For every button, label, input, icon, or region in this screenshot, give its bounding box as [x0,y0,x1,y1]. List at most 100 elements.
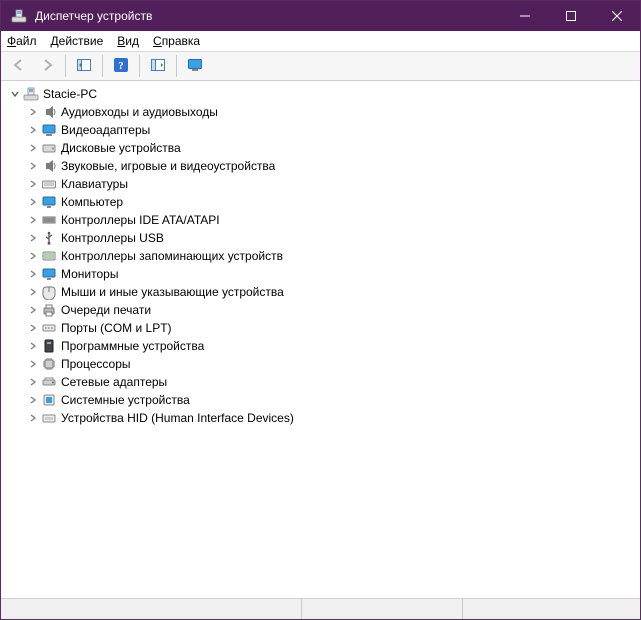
tree-category-label: Клавиатуры [61,175,128,193]
system-icon [41,392,57,408]
tree-category-label: Мыши и иные указывающие устройства [61,283,284,301]
toolbar-monitor[interactable] [182,53,208,79]
tree-category-node[interactable]: Звуковые, игровые и видеоустройства [27,157,640,175]
tree-category-label: Видеоадаптеры [61,121,150,139]
chevron-right-icon[interactable] [27,196,39,208]
tree-category-label: Контроллеры запоминающих устройств [61,247,283,265]
tree-category-label: Аудиовходы и аудиовыходы [61,103,218,121]
mouse-icon [41,284,57,300]
arrow-right-icon [39,57,55,76]
tree-category-node[interactable]: Видеоадаптеры [27,121,640,139]
chevron-right-icon[interactable] [27,268,39,280]
cpu-icon [41,356,57,372]
tree-category-label: Компьютер [61,193,123,211]
chevron-right-icon[interactable] [27,286,39,298]
maximize-button[interactable] [548,1,594,31]
help-icon: ? [113,57,129,76]
tree-category-node[interactable]: Мыши и иные указывающие устройства [27,283,640,301]
chevron-right-icon[interactable] [27,160,39,172]
display-icon [41,122,57,138]
statusbar [1,599,640,619]
port-icon [41,320,57,336]
tree-category-node[interactable]: Компьютер [27,193,640,211]
tree-category-node[interactable]: Дисковые устройства [27,139,640,157]
chevron-right-icon[interactable] [27,412,39,424]
panel-icon [76,57,92,76]
tree-category-node[interactable]: Контроллеры USB [27,229,640,247]
tree-category-label: Порты (COM и LPT) [61,319,172,337]
chevron-right-icon[interactable] [27,124,39,136]
toolbar-forward[interactable] [34,53,60,79]
tree-category-node[interactable]: Устройства HID (Human Interface Devices) [27,409,640,427]
menu-view[interactable]: Вид [117,34,139,48]
tree-category-label: Контроллеры USB [61,229,164,247]
disk-icon [41,140,57,156]
chevron-right-icon[interactable] [27,214,39,226]
keyboard-icon [41,176,57,192]
monitor-icon [187,57,203,76]
device-tree[interactable]: Stacie-PC Аудиовходы и аудиовыходыВидеоа… [1,81,640,599]
tree-category-label: Процессоры [61,355,131,373]
scan-icon [150,57,166,76]
tree-root-label: Stacie-PC [43,85,97,103]
software-icon [41,338,57,354]
tree-category-label: Дисковые устройства [61,139,181,157]
svg-text:?: ? [118,60,124,72]
chevron-right-icon[interactable] [27,106,39,118]
toolbar: ? [1,52,640,81]
tree-root-node[interactable]: Stacie-PC [9,85,640,103]
tree-category-node[interactable]: Сетевые адаптеры [27,373,640,391]
chevron-right-icon[interactable] [27,142,39,154]
close-button[interactable] [594,1,640,31]
tree-category-node[interactable]: Контроллеры запоминающих устройств [27,247,640,265]
menubar: Файл Действие Вид Справка [1,31,640,52]
tree-category-label: Устройства HID (Human Interface Devices) [61,409,294,427]
computer-icon [23,86,39,102]
chevron-right-icon[interactable] [27,232,39,244]
audio-icon [41,158,57,174]
monitor-sm-icon [41,194,57,210]
tree-category-label: Программные устройства [61,337,204,355]
arrow-left-icon [11,57,27,76]
window-title: Диспетчер устройств [35,9,152,23]
chevron-right-icon[interactable] [27,358,39,370]
minimize-button[interactable] [502,1,548,31]
tree-category-node[interactable]: Программные устройства [27,337,640,355]
toolbar-back[interactable] [6,53,32,79]
monitor-sm-icon [41,266,57,282]
tree-category-node[interactable]: Порты (COM и LPT) [27,319,640,337]
usb-icon [41,230,57,246]
chevron-right-icon[interactable] [27,376,39,388]
tree-category-node[interactable]: Процессоры [27,355,640,373]
hid-icon [41,410,57,426]
chevron-down-icon[interactable] [9,88,21,100]
tree-category-node[interactable]: Системные устройства [27,391,640,409]
menu-help[interactable]: Справка [153,34,200,48]
titlebar: Диспетчер устройств [1,1,640,31]
tree-category-node[interactable]: Контроллеры IDE ATA/ATAPI [27,211,640,229]
chevron-right-icon[interactable] [27,178,39,190]
tree-category-label: Очереди печати [61,301,151,319]
printer-icon [41,302,57,318]
chevron-right-icon[interactable] [27,250,39,262]
toolbar-scan[interactable] [145,53,171,79]
toolbar-help[interactable]: ? [108,53,134,79]
chevron-right-icon[interactable] [27,322,39,334]
tree-category-label: Звуковые, игровые и видеоустройства [61,157,275,175]
chevron-right-icon[interactable] [27,340,39,352]
ide-icon [41,212,57,228]
toolbar-show-hidden[interactable] [71,53,97,79]
tree-category-node[interactable]: Очереди печати [27,301,640,319]
tree-category-node[interactable]: Мониторы [27,265,640,283]
chevron-right-icon[interactable] [27,304,39,316]
menu-file[interactable]: Файл [7,34,37,48]
tree-category-label: Контроллеры IDE ATA/ATAPI [61,211,220,229]
menu-action[interactable]: Действие [51,34,104,48]
network-icon [41,374,57,390]
app-icon [11,8,27,24]
tree-category-label: Сетевые адаптеры [61,373,167,391]
tree-category-node[interactable]: Аудиовходы и аудиовыходы [27,103,640,121]
tree-category-node[interactable]: Клавиатуры [27,175,640,193]
audio-icon [41,104,57,120]
chevron-right-icon[interactable] [27,394,39,406]
